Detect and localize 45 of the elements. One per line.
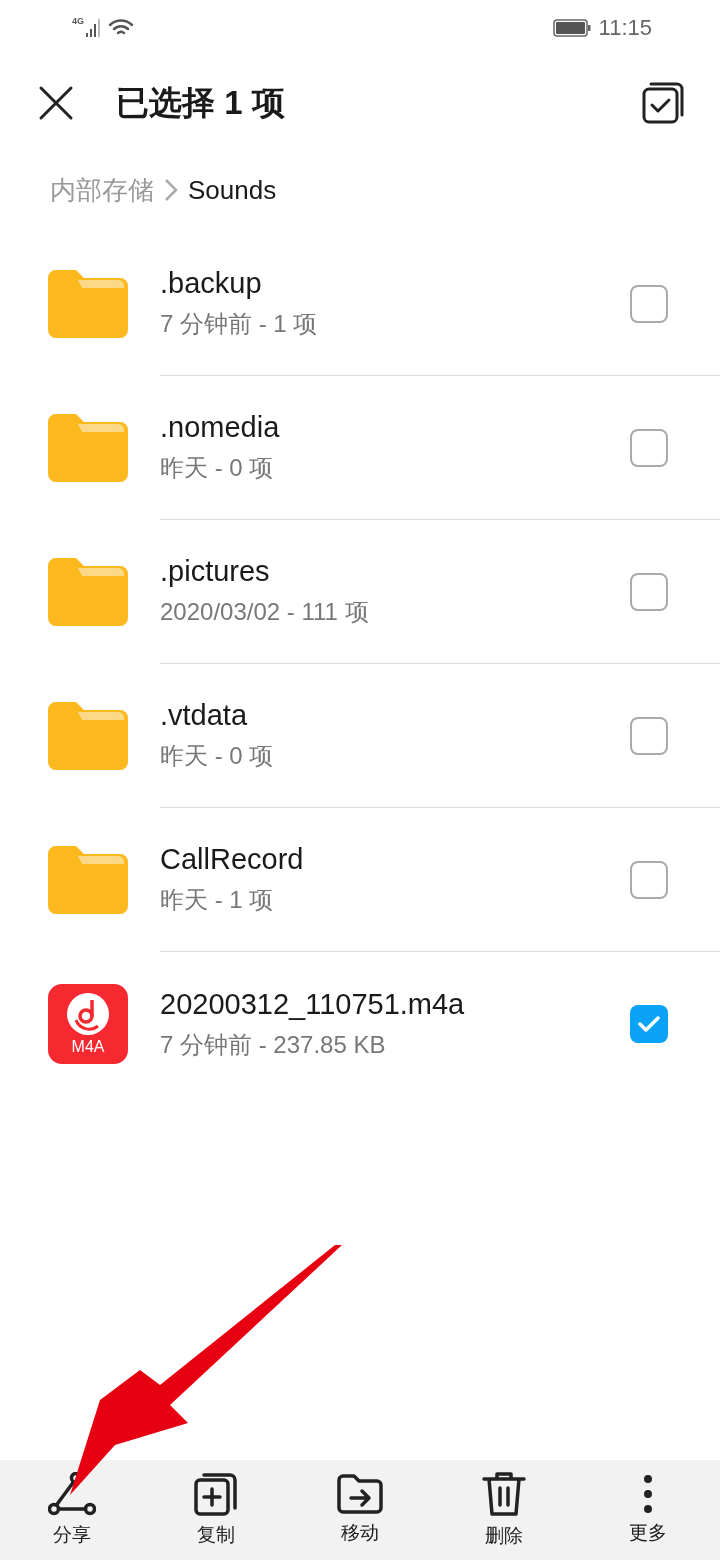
file-type-label: M4A [71,1038,105,1056]
folder-icon [48,558,128,626]
file-name[interactable]: .backup [160,267,262,300]
file-name[interactable]: .pictures [160,555,270,588]
checkbox[interactable] [630,573,668,611]
checkmark-icon [637,1015,661,1033]
file-name[interactable]: .vtdata [160,699,248,732]
select-all-button[interactable] [642,82,684,124]
share-icon [48,1472,96,1516]
folder-icon [48,846,128,914]
folder-icon [48,702,128,770]
checkbox[interactable] [630,1005,668,1043]
clock-time: 11:15 [598,15,652,41]
folder-icon [48,270,128,338]
file-details: 昨天 - 1 项 [160,885,274,915]
breadcrumb-item[interactable]: Sounds [188,174,277,206]
folder-icon [48,414,128,482]
file-details: 7 分钟前 - 237.85 KB [160,1029,386,1060]
copy-button[interactable]: 复制 [144,1460,288,1560]
more-icon [643,1474,653,1514]
checkbox[interactable] [630,717,668,755]
file-details: 昨天 - 0 项 [160,453,274,483]
chevron-icon [164,178,178,202]
battery-icon [552,19,591,37]
checkbox[interactable] [630,861,668,899]
file-name[interactable]: CallRecord [160,843,304,876]
file-details: 2020/03/02 - 111 项 [160,597,369,627]
delete-button[interactable]: 删除 [432,1460,576,1560]
checkbox[interactable] [630,285,668,323]
share-button[interactable]: 分享 [0,1460,144,1560]
close-button[interactable] [38,85,74,121]
folder-arrow-icon [337,1474,383,1514]
file-name[interactable]: .nomedia [160,411,280,444]
signal-icon [86,19,100,37]
network-label: 4G [72,16,84,26]
selection-title: 已选择 1 项 [116,82,286,123]
checkbox[interactable] [630,429,668,467]
file-details: 昨天 - 0 项 [160,741,274,771]
music-note-icon [66,992,110,1036]
file-name[interactable]: 20200312_110751.m4a [160,987,465,1021]
move-button[interactable]: 移动 [288,1460,432,1560]
trash-icon [482,1471,526,1517]
copy-icon [194,1472,238,1516]
file-details: 7 分钟前 - 1 项 [160,309,318,339]
more-button[interactable]: 更多 [576,1460,720,1560]
